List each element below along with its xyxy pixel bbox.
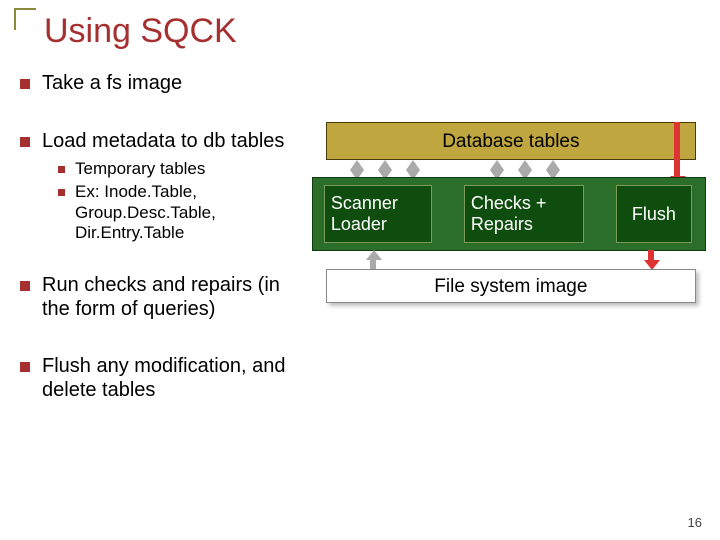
page-number: 16 xyxy=(688,515,702,530)
bullet-icon xyxy=(58,166,65,173)
up-arrow-icon xyxy=(366,250,380,270)
slide-content: Take a fs image Load metadata to db tabl… xyxy=(20,72,700,492)
sub-bullet-item: Temporary tables xyxy=(58,159,298,180)
down-arrow-icon xyxy=(644,250,658,270)
bullet-text: Flush any modification, and delete table… xyxy=(42,355,298,402)
bullet-item: Take a fs image xyxy=(20,72,298,96)
bullet-list: Take a fs image Load metadata to db tabl… xyxy=(20,72,306,492)
flush-box: Flush xyxy=(616,185,692,243)
checks-repairs-box: Checks + Repairs xyxy=(464,185,584,243)
bullet-item: Load metadata to db tables xyxy=(20,130,298,154)
bullet-icon xyxy=(20,281,30,291)
scanner-loader-box: Scanner Loader xyxy=(324,185,432,243)
bullet-text: Take a fs image xyxy=(42,72,182,96)
bullet-text: Run checks and repairs (in the form of q… xyxy=(42,274,298,321)
bullet-item: Flush any modification, and delete table… xyxy=(20,355,298,402)
diagram: Database tables Scanner Loader Checks + … xyxy=(306,72,700,492)
fs-image-box: File system image xyxy=(326,269,696,303)
bullet-icon xyxy=(20,362,30,372)
bullet-icon xyxy=(20,79,30,89)
slide-title: Using SQCK xyxy=(44,12,237,51)
sub-bullet-text: Ex: Inode.Table, Group.Desc.Table, Dir.E… xyxy=(75,182,298,244)
db-tables-box: Database tables xyxy=(326,122,696,160)
bullet-icon xyxy=(20,137,30,147)
bullet-icon xyxy=(58,189,65,196)
bullet-text: Load metadata to db tables xyxy=(42,130,284,154)
bullet-item: Run checks and repairs (in the form of q… xyxy=(20,274,298,321)
corner-accent xyxy=(14,8,36,30)
sub-bullet-item: Ex: Inode.Table, Group.Desc.Table, Dir.E… xyxy=(58,182,298,244)
sub-bullet-text: Temporary tables xyxy=(75,159,205,180)
